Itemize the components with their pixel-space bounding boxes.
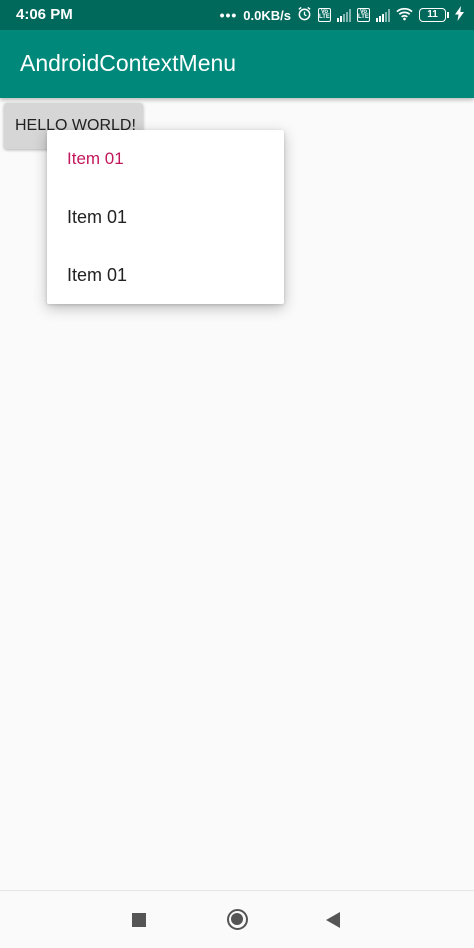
app-bar: AndroidContextMenu	[0, 30, 474, 98]
status-icons: ••• 0.0KB/s Vo LTE Vo LTE 11	[220, 6, 464, 24]
back-icon[interactable]	[326, 912, 340, 928]
recent-apps-icon[interactable]	[132, 913, 146, 927]
signal-sim2-icon	[376, 8, 390, 22]
context-menu-item-3[interactable]: Item 01	[47, 246, 284, 304]
signal-sim1-icon	[337, 8, 351, 22]
status-time: 4:06 PM	[16, 6, 73, 23]
alarm-icon	[297, 6, 312, 24]
charging-bolt-icon	[455, 6, 464, 24]
context-menu-item-1[interactable]: Item 01	[47, 130, 284, 188]
home-icon[interactable]	[227, 909, 248, 930]
volte-sim1-icon: Vo LTE	[318, 8, 331, 22]
context-menu: Item 01 Item 01 Item 01	[47, 130, 284, 304]
network-speed: 0.0KB/s	[243, 7, 291, 23]
more-dots-icon: •••	[219, 7, 238, 23]
status-bar: 4:06 PM ••• 0.0KB/s Vo LTE Vo LTE 11	[0, 0, 474, 30]
volte-sim2-icon: Vo LTE	[357, 8, 370, 22]
context-menu-item-2[interactable]: Item 01	[47, 188, 284, 246]
app-title: AndroidContextMenu	[20, 50, 237, 76]
navigation-bar	[0, 890, 474, 948]
battery-level: 11	[419, 8, 446, 22]
wifi-icon	[396, 7, 413, 24]
battery-icon: 11	[419, 8, 449, 22]
